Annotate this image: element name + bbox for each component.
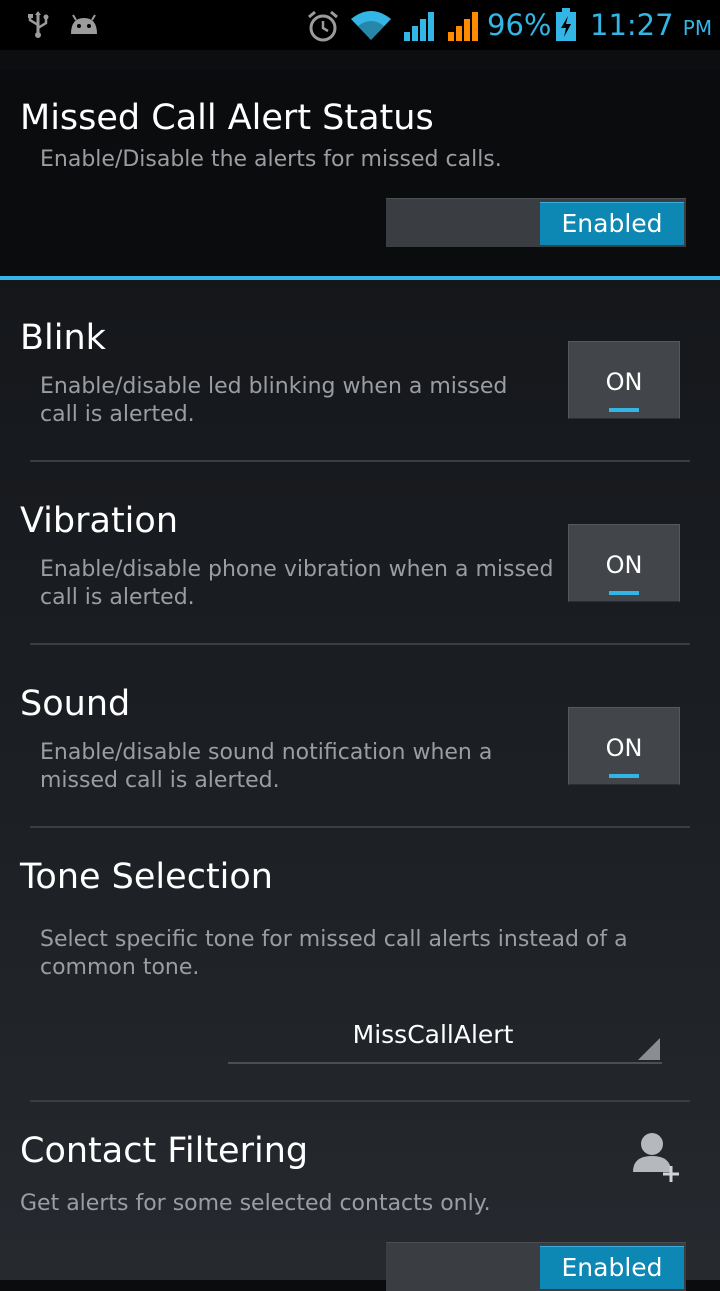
vibration-toggle[interactable]: ON — [568, 524, 680, 602]
contact-filtering-summary: Get alerts for some selected contacts on… — [20, 1191, 491, 1216]
blink-title: Blink — [20, 318, 106, 358]
vibration-summary: Enable/disable phone vibration when a mi… — [40, 557, 554, 610]
status-bar: 96% 11:27 PM — [0, 0, 720, 71]
toggle-enabled-knob: Enabled — [540, 202, 684, 245]
dropdown-arrow-icon — [638, 1038, 660, 1060]
tone-dropdown-value: MissCallAlert — [352, 1020, 514, 1049]
sound-summary: Enable/disable sound notification when a… — [40, 740, 493, 793]
sound-toggle[interactable]: ON — [568, 707, 680, 785]
missed-call-alert-summary: Enable/Disable the alerts for missed cal… — [40, 147, 502, 172]
missed-call-alert-toggle[interactable]: Enabled — [386, 198, 686, 247]
signal-icon — [404, 12, 434, 41]
toggle-indicator — [609, 774, 639, 778]
divider — [30, 460, 690, 462]
blink-toggle-label: ON — [605, 368, 643, 396]
signal-icon-2 — [448, 12, 478, 41]
usb-icon — [28, 11, 49, 38]
alarm-icon — [308, 10, 338, 42]
missed-call-alert-title: Missed Call Alert Status — [20, 98, 434, 138]
android-icon — [71, 14, 97, 34]
blink-toggle[interactable]: ON — [568, 341, 680, 419]
divider — [30, 826, 690, 828]
vibration-toggle-label: ON — [605, 551, 643, 579]
contact-filtering-toggle[interactable]: Enabled — [386, 1242, 686, 1291]
sound-title: Sound — [20, 684, 131, 724]
battery-charging-icon — [556, 8, 576, 41]
divider — [30, 1100, 690, 1102]
contact-filtering-title: Contact Filtering — [20, 1131, 309, 1171]
tone-selection-title: Tone Selection — [20, 857, 273, 897]
toggle-indicator — [609, 408, 639, 412]
toggle-indicator — [609, 591, 639, 595]
vibration-title: Vibration — [20, 501, 178, 541]
battery-percent: 96% — [487, 8, 552, 42]
toggle-enabled-knob: Enabled — [540, 1246, 684, 1289]
divider — [30, 643, 690, 645]
blink-summary: Enable/disable led blinking when a misse… — [40, 374, 508, 427]
section-divider-accent — [0, 276, 720, 280]
sound-toggle-label: ON — [605, 734, 643, 762]
tone-dropdown[interactable]: MissCallAlert — [228, 1020, 662, 1064]
clock: 11:27 PM — [590, 8, 713, 42]
tone-selection-summary: Select specific tone for missed call ale… — [40, 927, 628, 980]
wifi-icon — [351, 11, 391, 40]
add-contact-icon[interactable] — [632, 1130, 684, 1184]
